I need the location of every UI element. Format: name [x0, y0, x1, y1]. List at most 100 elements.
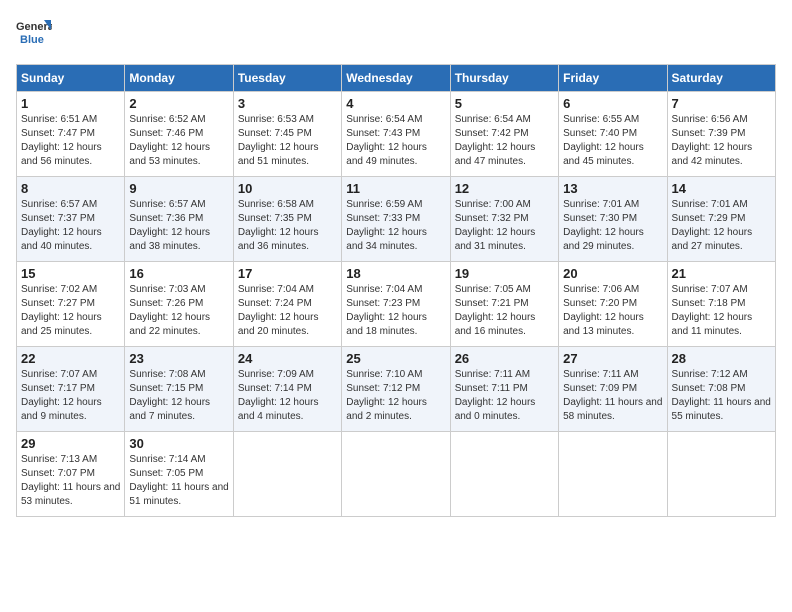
- calendar-cell: 23 Sunrise: 7:08 AMSunset: 7:15 PMDayligh…: [125, 347, 233, 432]
- svg-text:Blue: Blue: [20, 34, 44, 46]
- week-row-5: 29Sunrise: 7:13 AMSunset: 7:07 PMDayligh…: [17, 432, 776, 517]
- weekday-header-sunday: Sunday: [17, 65, 125, 92]
- calendar-cell: 19 Sunrise: 7:05 AMSunset: 7:21 PMDayligh…: [450, 262, 558, 347]
- calendar-cell: [342, 432, 450, 517]
- day-number: 9: [129, 181, 228, 196]
- weekday-header-monday: Monday: [125, 65, 233, 92]
- calendar-cell: 7 Sunrise: 6:56 AMSunset: 7:39 PMDaylight…: [667, 92, 775, 177]
- day-info: Sunrise: 6:54 AMSunset: 7:42 PMDaylight:…: [455, 113, 554, 169]
- week-row-4: 22 Sunrise: 7:07 AMSunset: 7:17 PMDayligh…: [17, 347, 776, 432]
- calendar-cell: [667, 432, 775, 517]
- day-number: 23: [129, 351, 228, 366]
- day-info: Sunrise: 6:52 AMSunset: 7:46 PMDaylight:…: [129, 113, 228, 169]
- day-info: Sunrise: 6:53 AMSunset: 7:45 PMDaylight:…: [238, 113, 337, 169]
- day-number: 1: [21, 96, 120, 111]
- calendar-cell: 11Sunrise: 6:59 AMSunset: 7:33 PMDayligh…: [342, 177, 450, 262]
- day-info: Sunrise: 6:56 AMSunset: 7:39 PMDaylight:…: [672, 113, 771, 169]
- day-number: 15: [21, 266, 120, 281]
- day-number: 18: [346, 266, 445, 281]
- day-number: 16: [129, 266, 228, 281]
- day-info: Sunrise: 6:57 AMSunset: 7:36 PMDaylight:…: [129, 198, 228, 254]
- day-info: Sunrise: 7:08 AMSunset: 7:15 PMDaylight:…: [129, 368, 228, 424]
- week-row-3: 15 Sunrise: 7:02 AMSunset: 7:27 PMDayligh…: [17, 262, 776, 347]
- calendar-cell: 15 Sunrise: 7:02 AMSunset: 7:27 PMDayligh…: [17, 262, 125, 347]
- day-number: 28: [672, 351, 771, 366]
- calendar-cell: 29Sunrise: 7:13 AMSunset: 7:07 PMDayligh…: [17, 432, 125, 517]
- calendar-cell: [559, 432, 667, 517]
- weekday-header-thursday: Thursday: [450, 65, 558, 92]
- day-number: 19: [455, 266, 554, 281]
- day-info: Sunrise: 6:51 AMSunset: 7:47 PMDaylight:…: [21, 113, 120, 169]
- week-row-1: 1 Sunrise: 6:51 AMSunset: 7:47 PMDaylight…: [17, 92, 776, 177]
- calendar-cell: 25Sunrise: 7:10 AMSunset: 7:12 PMDayligh…: [342, 347, 450, 432]
- calendar-cell: 13Sunrise: 7:01 AMSunset: 7:30 PMDayligh…: [559, 177, 667, 262]
- weekday-header-friday: Friday: [559, 65, 667, 92]
- day-info: Sunrise: 7:07 AMSunset: 7:17 PMDaylight:…: [21, 368, 120, 424]
- day-number: 27: [563, 351, 662, 366]
- calendar-cell: 20 Sunrise: 7:06 AMSunset: 7:20 PMDayligh…: [559, 262, 667, 347]
- calendar-cell: 5 Sunrise: 6:54 AMSunset: 7:42 PMDaylight…: [450, 92, 558, 177]
- day-info: Sunrise: 7:11 AMSunset: 7:09 PMDaylight:…: [563, 368, 662, 424]
- day-number: 24: [238, 351, 337, 366]
- page-header: General Blue: [16, 16, 776, 52]
- day-number: 21: [672, 266, 771, 281]
- weekday-header-wednesday: Wednesday: [342, 65, 450, 92]
- day-number: 8: [21, 181, 120, 196]
- weekday-header-tuesday: Tuesday: [233, 65, 341, 92]
- day-info: Sunrise: 6:58 AMSunset: 7:35 PMDaylight:…: [238, 198, 337, 254]
- day-number: 26: [455, 351, 554, 366]
- calendar-cell: 21 Sunrise: 7:07 AMSunset: 7:18 PMDayligh…: [667, 262, 775, 347]
- calendar-cell: 2Sunrise: 6:52 AMSunset: 7:46 PMDaylight…: [125, 92, 233, 177]
- day-number: 4: [346, 96, 445, 111]
- day-info: Sunrise: 7:07 AMSunset: 7:18 PMDaylight:…: [672, 283, 771, 339]
- calendar-cell: 1 Sunrise: 6:51 AMSunset: 7:47 PMDaylight…: [17, 92, 125, 177]
- calendar-cell: 26 Sunrise: 7:11 AMSunset: 7:11 PMDayligh…: [450, 347, 558, 432]
- calendar-cell: 30 Sunrise: 7:14 AMSunset: 7:05 PMDayligh…: [125, 432, 233, 517]
- day-info: Sunrise: 7:11 AMSunset: 7:11 PMDaylight:…: [455, 368, 554, 424]
- day-info: Sunrise: 7:04 AMSunset: 7:24 PMDaylight:…: [238, 283, 337, 339]
- day-info: Sunrise: 7:03 AMSunset: 7:26 PMDaylight:…: [129, 283, 228, 339]
- day-number: 6: [563, 96, 662, 111]
- day-number: 17: [238, 266, 337, 281]
- calendar-cell: 28Sunrise: 7:12 AMSunset: 7:08 PMDayligh…: [667, 347, 775, 432]
- day-number: 12: [455, 181, 554, 196]
- calendar-cell: 24Sunrise: 7:09 AMSunset: 7:14 PMDayligh…: [233, 347, 341, 432]
- calendar-cell: 12 Sunrise: 7:00 AMSunset: 7:32 PMDayligh…: [450, 177, 558, 262]
- day-number: 10: [238, 181, 337, 196]
- day-number: 11: [346, 181, 445, 196]
- calendar-cell: 3 Sunrise: 6:53 AMSunset: 7:45 PMDaylight…: [233, 92, 341, 177]
- day-info: Sunrise: 7:10 AMSunset: 7:12 PMDaylight:…: [346, 368, 445, 424]
- day-info: Sunrise: 7:05 AMSunset: 7:21 PMDaylight:…: [455, 283, 554, 339]
- calendar-cell: 9 Sunrise: 6:57 AMSunset: 7:36 PMDaylight…: [125, 177, 233, 262]
- calendar-table: SundayMondayTuesdayWednesdayThursdayFrid…: [16, 64, 776, 517]
- calendar-cell: 17 Sunrise: 7:04 AMSunset: 7:24 PMDayligh…: [233, 262, 341, 347]
- calendar-cell: 18Sunrise: 7:04 AMSunset: 7:23 PMDayligh…: [342, 262, 450, 347]
- day-info: Sunrise: 6:54 AMSunset: 7:43 PMDaylight:…: [346, 113, 445, 169]
- day-number: 22: [21, 351, 120, 366]
- weekday-header-row: SundayMondayTuesdayWednesdayThursdayFrid…: [17, 65, 776, 92]
- calendar-cell: 14Sunrise: 7:01 AMSunset: 7:29 PMDayligh…: [667, 177, 775, 262]
- logo: General Blue: [16, 16, 52, 52]
- day-number: 14: [672, 181, 771, 196]
- calendar-cell: 22 Sunrise: 7:07 AMSunset: 7:17 PMDayligh…: [17, 347, 125, 432]
- calendar-cell: 27 Sunrise: 7:11 AMSunset: 7:09 PMDayligh…: [559, 347, 667, 432]
- day-number: 13: [563, 181, 662, 196]
- day-number: 7: [672, 96, 771, 111]
- day-number: 29: [21, 436, 120, 451]
- calendar-cell: 8 Sunrise: 6:57 AMSunset: 7:37 PMDaylight…: [17, 177, 125, 262]
- day-number: 3: [238, 96, 337, 111]
- calendar-cell: [450, 432, 558, 517]
- day-info: Sunrise: 7:14 AMSunset: 7:05 PMDaylight:…: [129, 453, 228, 509]
- day-number: 30: [129, 436, 228, 451]
- day-info: Sunrise: 7:00 AMSunset: 7:32 PMDaylight:…: [455, 198, 554, 254]
- day-info: Sunrise: 6:57 AMSunset: 7:37 PMDaylight:…: [21, 198, 120, 254]
- logo-svg: General Blue: [16, 16, 52, 52]
- week-row-2: 8 Sunrise: 6:57 AMSunset: 7:37 PMDaylight…: [17, 177, 776, 262]
- day-info: Sunrise: 7:06 AMSunset: 7:20 PMDaylight:…: [563, 283, 662, 339]
- day-number: 20: [563, 266, 662, 281]
- day-info: Sunrise: 6:55 AMSunset: 7:40 PMDaylight:…: [563, 113, 662, 169]
- calendar-cell: 4 Sunrise: 6:54 AMSunset: 7:43 PMDaylight…: [342, 92, 450, 177]
- day-number: 5: [455, 96, 554, 111]
- day-info: Sunrise: 7:02 AMSunset: 7:27 PMDaylight:…: [21, 283, 120, 339]
- calendar-cell: [233, 432, 341, 517]
